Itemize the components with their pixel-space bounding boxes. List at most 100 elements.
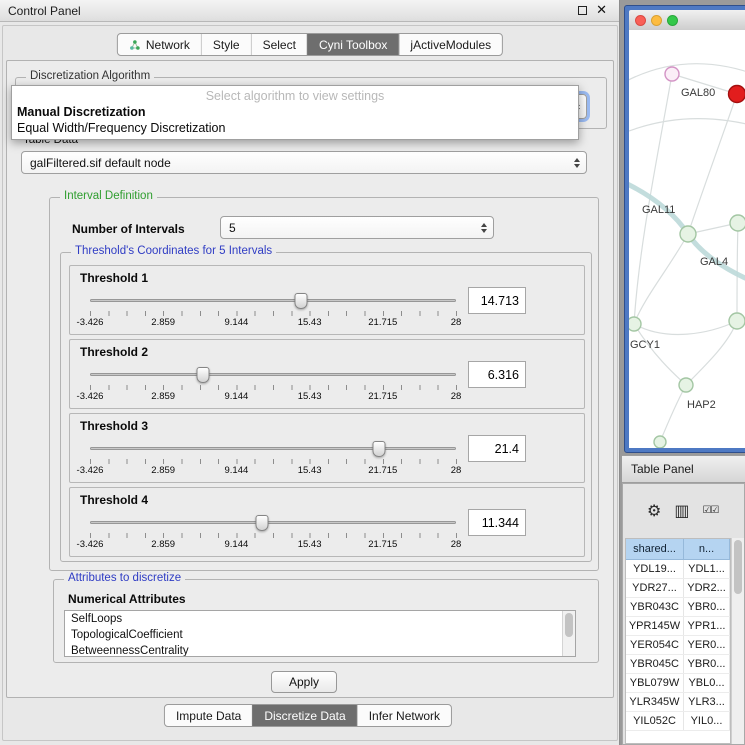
node[interactable] (729, 313, 745, 329)
tab-impute-data[interactable]: Impute Data (165, 705, 252, 726)
table-cell[interactable]: YBR0... (684, 598, 730, 616)
tab-infer-network[interactable]: Infer Network (357, 705, 451, 726)
table-row[interactable]: YDL19...YDL1... (626, 560, 730, 579)
algorithm-dropdown-popup: Select algorithm to view settings Manual… (11, 85, 579, 140)
dropdown-option-manual-discretization[interactable]: Manual Discretization (12, 104, 578, 120)
table-row[interactable]: YPR145WYPR1... (626, 617, 730, 636)
slider-track[interactable] (90, 373, 456, 376)
slider-track[interactable] (90, 299, 456, 302)
threshold-1-value-field[interactable]: 14.713 (468, 287, 526, 314)
columns-icon[interactable]: ▥ (674, 501, 689, 520)
minimize-traffic-light-icon[interactable] (651, 15, 662, 26)
table-cell[interactable]: YDL19... (626, 560, 684, 578)
table-row[interactable]: YBL079WYBL0... (626, 674, 730, 693)
scrollbar-thumb[interactable] (734, 540, 742, 594)
close-icon[interactable]: ✕ (596, 4, 607, 17)
node-red-selected[interactable] (729, 86, 745, 103)
tab-label: Select (263, 38, 296, 52)
table-cell[interactable]: YLR345W (626, 693, 684, 711)
table-cell[interactable]: YBR045C (626, 655, 684, 673)
dropdown-placeholder: Select algorithm to view settings (12, 86, 578, 104)
table-row[interactable]: YER054CYER0... (626, 636, 730, 655)
network-canvas[interactable]: GAL80 GAL11 GAL4 GCY1 HAP2 (629, 30, 745, 448)
table-row[interactable]: YDR27...YDR2... (626, 579, 730, 598)
column-header-shared-name[interactable]: shared... (626, 539, 684, 560)
table-cell[interactable]: YLR3... (684, 693, 730, 711)
zoom-traffic-light-icon[interactable] (667, 15, 678, 26)
tab-style[interactable]: Style (201, 34, 251, 55)
select-columns-icon[interactable]: ☑☑ (702, 505, 718, 516)
number-of-intervals-combobox[interactable]: 5 (220, 216, 494, 239)
apply-button[interactable]: Apply (271, 671, 337, 693)
column-header-name[interactable]: n... (684, 539, 730, 560)
scale-label: 9.144 (225, 465, 249, 476)
table-row[interactable]: YIL052CYIL0... (626, 712, 730, 731)
dropdown-option-equal-width[interactable]: Equal Width/Frequency Discretization (12, 120, 578, 136)
tab-cyni-toolbox[interactable]: Cyni Toolbox (307, 34, 398, 55)
table-row[interactable]: YLR345WYLR3... (626, 693, 730, 712)
list-item[interactable]: SelfLoops (65, 611, 575, 627)
table-cell[interactable]: YDR27... (626, 579, 684, 597)
node-gal80[interactable] (665, 67, 679, 81)
node[interactable] (654, 436, 666, 448)
slider-thumb[interactable] (256, 515, 269, 531)
table-row[interactable]: YBR043CYBR0... (626, 598, 730, 617)
table-cell[interactable]: YBL0... (684, 674, 730, 692)
slider-track[interactable] (90, 521, 456, 524)
threshold-2-slider[interactable] (90, 367, 456, 383)
network-window-titlebar[interactable] (629, 10, 745, 30)
threshold-4-slider[interactable] (90, 515, 456, 531)
scrollbar-thumb[interactable] (565, 613, 573, 637)
table-row[interactable]: YBR045CYBR0... (626, 655, 730, 674)
list-scrollbar[interactable] (562, 611, 575, 656)
table-cell[interactable]: YIL052C (626, 712, 684, 730)
tab-select[interactable]: Select (251, 34, 307, 55)
table-cell[interactable]: YDR2... (684, 579, 730, 597)
node[interactable] (730, 215, 745, 231)
node-gal11[interactable] (680, 226, 696, 242)
tab-jactivemodules[interactable]: jActiveModules (398, 34, 502, 55)
scale-label: -3.426 (77, 539, 104, 550)
tab-network[interactable]: Network (118, 34, 201, 55)
slider-ticks (90, 533, 457, 538)
node-gcy1[interactable] (629, 317, 641, 331)
table-cell[interactable]: YER0... (684, 636, 730, 654)
threshold-4-value-field[interactable]: 11.344 (468, 509, 526, 536)
scale-label: 9.144 (225, 391, 249, 402)
slider-scale: -3.426 2.859 9.144 15.43 21.715 28 (90, 539, 456, 551)
numerical-attributes-list[interactable]: SelfLoops TopologicalCoefficient Between… (64, 610, 576, 657)
slider-track[interactable] (90, 447, 456, 450)
table-cell[interactable]: YBL079W (626, 674, 684, 692)
table-cell[interactable]: YDL1... (684, 560, 730, 578)
table-scrollbar[interactable] (731, 538, 744, 744)
threshold-3-value-field[interactable]: 21.4 (468, 435, 526, 462)
tab-discretize-data[interactable]: Discretize Data (252, 705, 356, 726)
scale-label: 15.43 (298, 391, 322, 402)
scale-label: 15.43 (298, 539, 322, 550)
list-item[interactable]: TopologicalCoefficient (65, 627, 575, 643)
slider-thumb[interactable] (373, 441, 386, 457)
threshold-1-slider[interactable] (90, 293, 456, 309)
close-traffic-light-icon[interactable] (635, 15, 646, 26)
slider-thumb[interactable] (295, 293, 308, 309)
table-cell[interactable]: YPR145W (626, 617, 684, 635)
table-cell[interactable]: YBR0... (684, 655, 730, 673)
slider-thumb[interactable] (197, 367, 210, 383)
table-panel-title: Table Panel (631, 462, 694, 476)
scale-label: 9.144 (225, 539, 249, 550)
gear-icon[interactable]: ⚙ (647, 501, 661, 520)
table-cell[interactable]: YIL0... (684, 712, 730, 730)
table-cell[interactable]: YER054C (626, 636, 684, 654)
table-cell[interactable]: YBR043C (626, 598, 684, 616)
node-hap2[interactable] (679, 378, 693, 392)
table-data-combobox[interactable]: galFiltered.sif default node (21, 151, 587, 174)
threshold-3-slider[interactable] (90, 441, 456, 457)
threshold-1-label: Threshold 1 (80, 271, 148, 285)
bottom-tab-bar: Impute Data Discretize Data Infer Networ… (164, 704, 452, 727)
threshold-2-value-field[interactable]: 6.316 (468, 361, 526, 388)
table-cell[interactable]: YPR1... (684, 617, 730, 635)
list-item[interactable]: BetweennessCentrality (65, 643, 575, 657)
slider-scale: -3.426 2.859 9.144 15.43 21.715 28 (90, 391, 456, 403)
float-window-icon[interactable] (578, 6, 587, 15)
threshold-3-label: Threshold 3 (80, 419, 148, 433)
